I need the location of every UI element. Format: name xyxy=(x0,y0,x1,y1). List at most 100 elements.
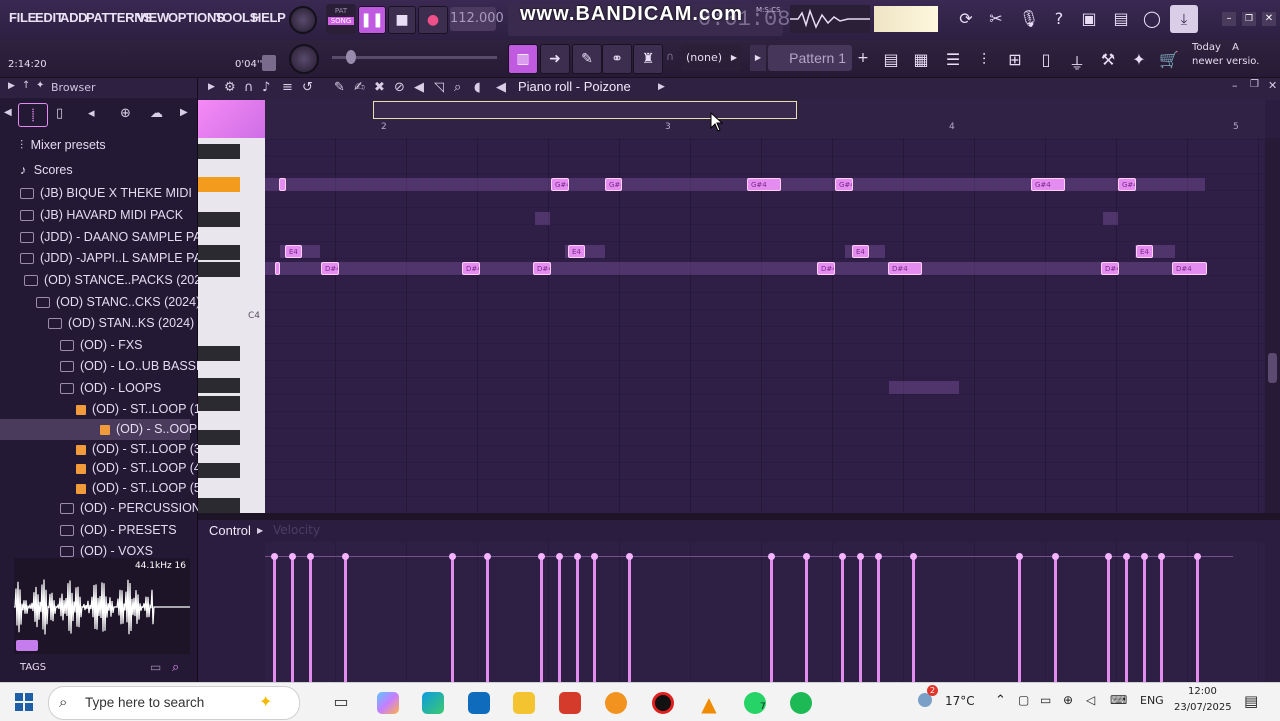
caret-right-icon[interactable]: ▶ xyxy=(658,82,665,92)
note[interactable]: G#4 xyxy=(1118,178,1136,191)
browser-folder-item[interactable]: (JB) HAVARD MIDI PACK xyxy=(0,205,190,226)
browser-folder-item[interactable]: (OD) - PERCUSSIONS xyxy=(0,498,209,519)
note[interactable]: E4 xyxy=(285,245,302,258)
arrow-up-icon[interactable]: ↑ xyxy=(22,80,30,91)
note[interactable]: G#4 xyxy=(605,178,622,191)
menu-add[interactable]: ADD xyxy=(60,10,88,25)
document-icon[interactable]: ▯ xyxy=(1035,50,1057,69)
black-key[interactable] xyxy=(198,396,240,411)
caret-right-icon[interactable]: ▶ xyxy=(257,526,263,535)
velocity-bar[interactable] xyxy=(805,556,808,682)
zoom-tool-icon[interactable]: ⌕ xyxy=(454,80,461,95)
velocity-bar[interactable] xyxy=(1160,556,1163,682)
browser-folder-item[interactable]: (JDD) -JAPPI..L SAMPLE PACK xyxy=(0,248,219,269)
note[interactable] xyxy=(275,262,280,275)
velocity-bar[interactable] xyxy=(1125,556,1128,682)
pat-song-switch[interactable]: PAT SONG xyxy=(326,4,356,34)
taskbar-date[interactable]: 23/07/2025 xyxy=(1174,702,1232,713)
velocity-handle[interactable] xyxy=(307,553,314,560)
velocity-bar[interactable] xyxy=(344,556,347,682)
velocity-bar[interactable] xyxy=(593,556,596,682)
note[interactable]: D#4 xyxy=(533,262,551,275)
velocity-bar[interactable] xyxy=(1054,556,1057,682)
help-icon[interactable]: ? xyxy=(1048,9,1070,28)
link-button[interactable]: ⚭ xyxy=(602,44,632,74)
note[interactable]: D#4 xyxy=(321,262,339,275)
note-icon[interactable]: ♪ xyxy=(262,80,270,95)
black-key[interactable] xyxy=(198,262,240,277)
caret-right-icon[interactable]: ▶ xyxy=(208,82,215,92)
chevron-up-icon[interactable]: ⌃ xyxy=(995,693,1006,708)
master-volume-knob[interactable] xyxy=(289,6,317,34)
minimize-icon[interactable]: – xyxy=(1232,79,1238,92)
microphone-icon[interactable]: 🎙 xyxy=(1018,9,1040,28)
velocity-handle[interactable] xyxy=(1016,553,1023,560)
velocity-handle[interactable] xyxy=(1158,553,1165,560)
browser-folder-item[interactable]: (JDD) - DAANO SAMPLE PACK xyxy=(0,227,219,248)
velocity-handle[interactable] xyxy=(271,553,278,560)
note[interactable]: D#4 xyxy=(462,262,480,275)
velocity-handle[interactable] xyxy=(449,553,456,560)
news-panel[interactable]: Today A newer versio. xyxy=(1192,42,1280,74)
panel-splitter[interactable] xyxy=(198,513,1280,520)
preview-play-button[interactable] xyxy=(16,640,38,651)
chevron-right-icon[interactable]: ▶ xyxy=(180,107,188,118)
velocity-bar[interactable] xyxy=(628,556,631,682)
master-pitch-knob[interactable] xyxy=(289,44,319,74)
paint-tool-icon[interactable]: ✍ xyxy=(354,80,365,95)
tempo-display[interactable]: 112.000 xyxy=(450,7,504,31)
file-explorer-icon[interactable] xyxy=(513,692,535,714)
browser-loop-item[interactable]: (OD) - S..OOP (2) xyxy=(0,419,216,440)
tools-icon[interactable]: ⚒ xyxy=(1097,50,1119,69)
velocity-bar[interactable] xyxy=(558,556,561,682)
plugin-picker-icon[interactable]: ✦ xyxy=(1128,50,1150,69)
velocity-handle[interactable] xyxy=(591,553,598,560)
tab-plugins-icon[interactable]: ◂ xyxy=(88,106,95,121)
browser-loop-item[interactable]: (OD) - ST..LOOP (3) xyxy=(0,439,205,460)
playlist-icon[interactable]: ▤ xyxy=(880,50,902,69)
vertical-scrollbar[interactable] xyxy=(1265,138,1280,513)
active-key[interactable] xyxy=(198,177,240,192)
note[interactable]: G#4 xyxy=(835,178,853,191)
velocity-bar[interactable] xyxy=(770,556,773,682)
cut-tools-icon[interactable]: ✂ xyxy=(985,9,1007,28)
add-pattern-button[interactable]: + xyxy=(854,45,872,71)
tempo-slider-track[interactable] xyxy=(332,50,497,64)
velocity-handle[interactable] xyxy=(910,553,917,560)
note-grid[interactable]: G#4 G#4 G#4 G#4 G#4 G#4 E4 E4 E4 E4 D#4 D#4 D#4 D#4 D#… xyxy=(265,138,1265,513)
pattern-prev-button[interactable]: ▶ xyxy=(750,45,766,71)
vlc-icon[interactable]: ▲ xyxy=(698,692,720,716)
close-button[interactable]: ✕ xyxy=(1262,12,1276,26)
tab-online-icon[interactable]: ⊕ xyxy=(120,106,131,121)
browser-folder-item[interactable]: (OD) - FXS xyxy=(0,335,190,356)
velocity-bar[interactable] xyxy=(273,556,276,682)
note[interactable]: D#4 xyxy=(1101,262,1119,275)
draw-tool-button[interactable]: ✎ xyxy=(572,44,602,74)
velocity-bar[interactable] xyxy=(1107,556,1110,682)
velocity-bar[interactable] xyxy=(576,556,579,682)
windows-start-button[interactable] xyxy=(15,693,33,711)
velocity-handle[interactable] xyxy=(574,553,581,560)
browser-folder-item[interactable]: ⫶ Mixer presets xyxy=(0,135,190,156)
velocity-bar[interactable] xyxy=(486,556,489,682)
black-key[interactable] xyxy=(198,346,240,361)
chevron-left-icon[interactable]: ◀ xyxy=(4,107,12,118)
velocity-bar[interactable] xyxy=(1018,556,1021,682)
undo-history-icon[interactable]: ⟳ xyxy=(955,9,977,28)
magnet-snap-icon[interactable]: ∩ xyxy=(244,80,254,95)
piano-keyboard[interactable]: C4 xyxy=(198,138,265,513)
note[interactable]: E4 xyxy=(852,245,869,258)
velocity-handle[interactable] xyxy=(1123,553,1130,560)
pause-button[interactable]: ❚❚ xyxy=(358,6,386,34)
browser-folder-item[interactable]: (JB) BIQUE X THEKE MIDI xyxy=(0,183,192,204)
velocity-handle[interactable] xyxy=(626,553,633,560)
note[interactable]: D#4 xyxy=(1172,262,1207,275)
plugin-icon[interactable]: ⏚ xyxy=(1066,50,1088,74)
velocity-handle[interactable] xyxy=(556,553,563,560)
chat-icon[interactable]: ◯ xyxy=(1141,9,1163,28)
caret-right-icon[interactable]: ▶ xyxy=(8,81,15,91)
browser-loop-item[interactable]: (OD) - ST..LOOP (4) xyxy=(0,458,205,479)
tab-all[interactable]: ⸽ xyxy=(18,103,48,127)
browser-folder-item[interactable]: (OD) - PRESETS xyxy=(0,520,190,541)
mixer-icon[interactable]: ⫶ xyxy=(973,50,995,70)
